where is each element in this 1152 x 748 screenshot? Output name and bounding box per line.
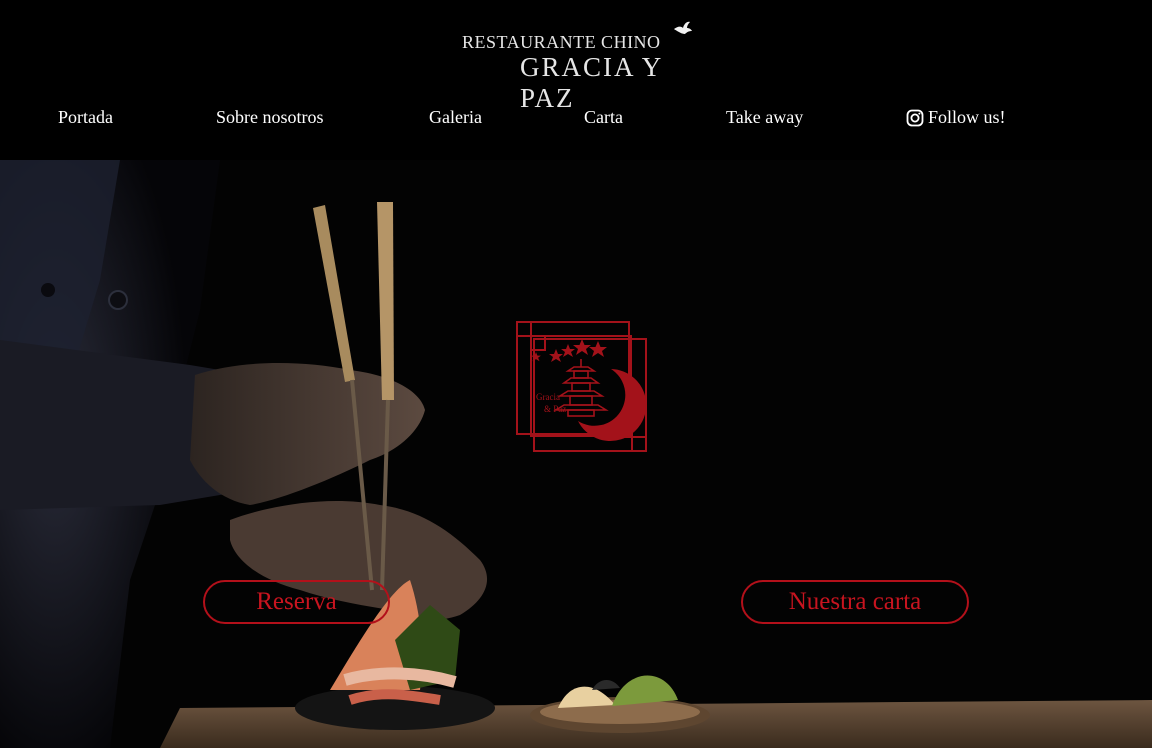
follow-label: Follow us! xyxy=(928,107,1006,127)
brand-line1: RESTAURANTE CHINO xyxy=(462,32,661,52)
pagoda-icon: Gracia & Paz xyxy=(516,321,647,452)
hero-image xyxy=(0,160,1152,748)
nav-sobre-nosotros[interactable]: Sobre nosotros xyxy=(216,107,324,128)
svg-text:Gracia: Gracia xyxy=(536,392,560,402)
instagram-icon xyxy=(906,109,924,126)
site-header: RESTAURANTE CHINO GRACIA Y PAZ Portada S… xyxy=(0,0,1152,160)
dove-icon xyxy=(672,20,694,43)
brand-line2: GRACIA Y PAZ xyxy=(520,52,663,113)
restaurant-emblem: Gracia & Paz xyxy=(516,321,647,452)
nav-galeria[interactable]: Galeria xyxy=(429,107,482,128)
reserve-button[interactable]: Reserva xyxy=(203,580,390,624)
nav-carta[interactable]: Carta xyxy=(584,107,623,128)
nav-take-away[interactable]: Take away xyxy=(726,107,803,128)
nav-follow-us[interactable]: Follow us! xyxy=(906,107,1006,128)
menu-button[interactable]: Nuestra carta xyxy=(741,580,969,624)
svg-text:& Paz: & Paz xyxy=(544,404,566,414)
nav-portada[interactable]: Portada xyxy=(58,107,113,128)
brand-logo[interactable]: RESTAURANTE CHINO GRACIA Y PAZ xyxy=(462,20,702,113)
